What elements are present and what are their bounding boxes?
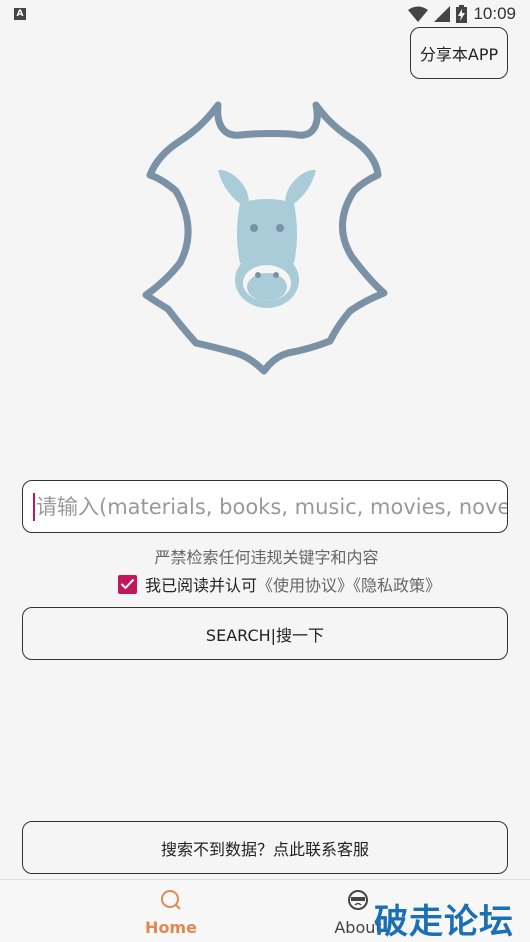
status-right: 10:09	[408, 4, 516, 24]
text-caret	[33, 492, 35, 521]
donkey-leather-logo-icon	[142, 101, 388, 375]
check-icon	[120, 578, 135, 590]
agreement-checkbox[interactable]	[118, 574, 137, 594]
status-left: A	[14, 8, 26, 20]
signal-icon	[434, 6, 451, 22]
search-box[interactable]	[22, 480, 508, 533]
status-time: 10:09	[473, 4, 516, 23]
wifi-icon	[408, 6, 429, 22]
privacy-link[interactable]: 《隐私政策》	[353, 576, 441, 595]
agreement-label: 我已阅读并认可	[145, 576, 258, 595]
search-notice: 严禁检索任何违规关键字和内容	[154, 548, 379, 567]
nav-label-home: Home	[145, 918, 197, 937]
status-bar: A 10:09	[0, 0, 530, 28]
share-app-button[interactable]: 分享本APP	[410, 27, 508, 79]
agreement-row: 我已阅读并认可《使用协议》《隐私政策》	[118, 573, 441, 595]
contact-support-button[interactable]: 搜索不到数据？点此联系客服	[22, 821, 508, 874]
notification-badge: A	[14, 8, 26, 20]
search-icon	[159, 888, 183, 916]
battery-charging-icon	[456, 5, 468, 23]
watermark: 破走论坛	[374, 902, 514, 942]
nav-item-home[interactable]: Home	[106, 888, 236, 937]
search-button[interactable]: SEARCH|搜一下	[22, 607, 508, 660]
search-input[interactable]	[36, 494, 507, 519]
app-logo	[140, 95, 390, 380]
terms-link[interactable]: 《使用协议》	[257, 576, 353, 595]
face-icon	[346, 888, 370, 916]
